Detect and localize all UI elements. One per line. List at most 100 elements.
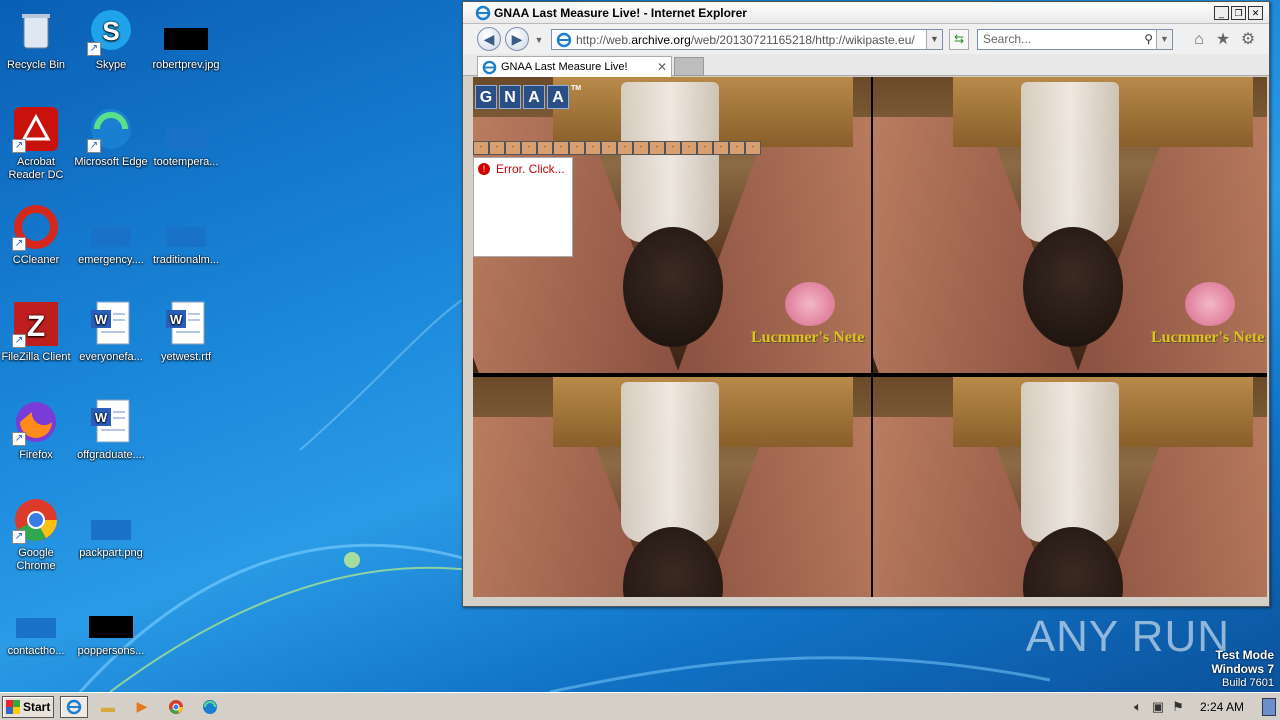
desktop-icon-poppersons[interactable]: poppersons... [73, 594, 149, 658]
cell[interactable]: · [569, 141, 585, 155]
search-input[interactable]: Search... ⚲ ▼ [977, 29, 1173, 50]
desktop-icon-label: tootempera... [153, 156, 219, 168]
refresh-button[interactable]: ⇆ [949, 29, 969, 50]
browser-window[interactable]: GNAA Last Measure Live! - Internet Explo… [462, 1, 1270, 607]
taskbar-explorer-button[interactable]: ▬ [94, 696, 122, 718]
logo-letter: N [499, 85, 521, 109]
tab-close-icon[interactable]: ✕ [657, 60, 671, 74]
cell[interactable]: · [633, 141, 649, 155]
start-button[interactable]: Start [2, 695, 54, 718]
taskbar-chrome-button[interactable] [162, 696, 190, 718]
taskbar-ie-button[interactable] [60, 695, 88, 718]
url-domain: archive.org [631, 32, 691, 47]
file-icon [87, 203, 135, 251]
back-button[interactable]: ◀ [477, 27, 501, 51]
cell[interactable]: · [681, 141, 697, 155]
title-bar[interactable]: GNAA Last Measure Live! - Internet Explo… [463, 2, 1269, 24]
page-image-tile [473, 377, 871, 597]
anyrun-watermark: ANY RUN [1025, 612, 1230, 661]
error-popup[interactable]: ! Error. Click... [473, 157, 573, 257]
cell[interactable]: · [537, 141, 553, 155]
history-dropdown-icon[interactable]: ▼ [529, 30, 549, 50]
error-row[interactable]: ! Error. Click... [474, 158, 572, 180]
desktop-icon-firefox[interactable]: ↗ Firefox [0, 398, 74, 462]
ie-tab-icon [482, 60, 497, 74]
desktop-icon-label: robertprev.jpg [152, 59, 220, 71]
maximize-button[interactable]: ❐ [1231, 5, 1246, 20]
cell[interactable]: · [489, 141, 505, 155]
desktop-icon-label: packpart.png [79, 547, 143, 559]
desktop-icon-acrobat[interactable]: ↗ Acrobat Reader DC [0, 105, 74, 182]
cell[interactable]: · [649, 141, 665, 155]
desktop-icon-label: offgraduate.... [77, 449, 145, 461]
search-dropdown-icon[interactable]: ▼ [1156, 30, 1172, 49]
address-bar[interactable]: http://web.archive.org/web/2013072116521… [551, 29, 943, 50]
search-icon[interactable]: ⚲ [1144, 30, 1153, 49]
cell[interactable]: · [729, 141, 745, 155]
desktop-icon-ccleaner[interactable]: ↗ CCleaner [0, 203, 74, 267]
tab-strip: GNAA Last Measure Live! ✕ [463, 54, 1269, 77]
forward-button[interactable]: ▶ [505, 27, 529, 51]
cell[interactable]: · [745, 141, 761, 155]
firefox-icon: ↗ [12, 398, 60, 446]
close-button[interactable]: ✕ [1248, 5, 1263, 20]
folder-icon: ▬ [101, 698, 115, 715]
file-icon [162, 105, 210, 153]
desktop-icon-yetwest[interactable]: W yetwest.rtf [148, 300, 224, 364]
desktop-icon-filezilla[interactable]: Z ↗ FileZilla Client [0, 300, 74, 364]
cell[interactable]: · [665, 141, 681, 155]
cell[interactable]: · [505, 141, 521, 155]
navigation-bar: ◀ ▶ ▼ http://web.archive.org/web/2013072… [463, 24, 1269, 54]
desktop-icon-tootempera[interactable]: tootempera... [148, 105, 224, 169]
home-icon[interactable]: ⌂ [1189, 30, 1209, 50]
cell[interactable]: · [617, 141, 633, 155]
volume-icon[interactable]: 🔈︎ [1128, 699, 1148, 715]
desktop-icon-label: Google Chrome [16, 547, 56, 572]
page-image-tile: Lucmmer's Nete [873, 77, 1267, 373]
show-desktop-button[interactable] [1262, 698, 1276, 716]
desktop-icon-contactho[interactable]: contactho... [0, 594, 74, 658]
taskbar-media-player-button[interactable]: ▶ [128, 696, 156, 718]
desktop-icon-emergency[interactable]: emergency.... [73, 203, 149, 267]
recycle-bin-icon [12, 8, 60, 56]
network-icon[interactable]: ▣ [1148, 699, 1168, 715]
clock[interactable]: 2:24 AM [1200, 700, 1244, 714]
desktop-icon-label: Acrobat Reader DC [8, 156, 64, 181]
taskbar-edge-button[interactable] [196, 696, 224, 718]
desktop-icon-skype[interactable]: S ↗ Skype [73, 8, 149, 72]
new-tab-button[interactable] [674, 57, 704, 76]
minimize-button[interactable]: _ [1214, 5, 1229, 20]
address-url: http://web.archive.org/web/2013072116521… [576, 33, 915, 47]
gear-icon[interactable]: ⚙ [1238, 30, 1258, 50]
desktop-icon-chrome[interactable]: ↗ Google Chrome [0, 496, 74, 573]
action-center-flag-icon[interactable]: ⚑ [1168, 699, 1188, 715]
address-dropdown-icon[interactable]: ▼ [926, 30, 942, 49]
logo-letter: A [547, 85, 569, 109]
cell[interactable]: · [553, 141, 569, 155]
cell[interactable]: · [697, 141, 713, 155]
cell[interactable]: · [473, 141, 489, 155]
desktop-icon-everyonefa[interactable]: W everyonefa... [73, 300, 149, 364]
acrobat-icon: ↗ [12, 105, 60, 153]
cell[interactable]: · [521, 141, 537, 155]
cell[interactable]: · [601, 141, 617, 155]
desktop-icon-label: Microsoft Edge [74, 156, 148, 168]
cell[interactable]: · [713, 141, 729, 155]
mascot-image [785, 282, 835, 326]
shortcut-arrow-icon: ↗ [12, 334, 26, 348]
desktop-icon-packpart[interactable]: packpart.png [73, 496, 149, 560]
page-content[interactable]: Lucmmer's Nete Lucmmer's Nete G N A A TM… [473, 77, 1267, 597]
desktop-icon-label: Firefox [19, 449, 53, 461]
cell[interactable]: · [585, 141, 601, 155]
favorites-star-icon[interactable]: ★ [1213, 30, 1233, 50]
desktop-icon-edge[interactable]: ↗ Microsoft Edge [73, 105, 149, 169]
desktop-icon-offgraduate[interactable]: W offgraduate.... [73, 398, 149, 462]
desktop-icon-recycle-bin[interactable]: Recycle Bin [0, 8, 74, 72]
image-file-icon [87, 496, 135, 544]
url-prefix: http://web. [576, 32, 632, 47]
desktop-icon-traditionalm[interactable]: traditionalm... [148, 203, 224, 267]
tab-gnaa[interactable]: GNAA Last Measure Live! ✕ [477, 56, 672, 77]
word-doc-icon: W [87, 300, 135, 348]
image-watermark-text: Lucmmer's Nete [1151, 329, 1265, 346]
desktop-icon-robertprev[interactable]: robertprev.jpg [148, 8, 224, 72]
